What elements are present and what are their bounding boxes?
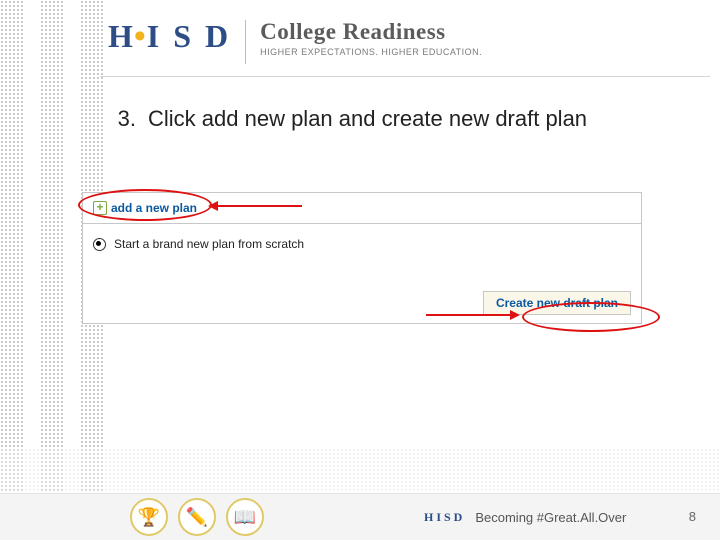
brand-mark: H•I S D — [108, 18, 231, 55]
divider — [83, 223, 641, 224]
footer-brand: HISD — [424, 510, 465, 525]
brand-tagline: HIGHER EXPECTATIONS. HIGHER EDUCATION. — [260, 47, 482, 57]
radio-label: Start a brand new plan from scratch — [114, 237, 304, 251]
footer-motto: Becoming #Great.All.Over — [475, 510, 626, 525]
annotation-arrow — [216, 205, 302, 207]
page-title: College Readiness — [260, 19, 482, 45]
page-number: 8 — [689, 509, 696, 524]
divider — [245, 20, 246, 64]
brand-logo: H•I S D College Readiness HIGHER EXPECTA… — [108, 18, 482, 64]
annotation-oval — [78, 189, 212, 221]
annotation-arrow — [426, 314, 512, 316]
trophy-icon: 🏆 — [130, 498, 168, 536]
step-text: Click add new plan and create new draft … — [148, 104, 587, 134]
badge-row: 🏆 ✏️ 📖 — [130, 498, 264, 536]
slide-footer: 🏆 ✏️ 📖 HISD Becoming #Great.All.Over — [0, 493, 720, 540]
step-number: 3. — [112, 104, 136, 134]
book-icon: 📖 — [226, 498, 264, 536]
divider — [100, 76, 710, 77]
plan-option-radio[interactable]: Start a brand new plan from scratch — [93, 237, 304, 251]
pencil-icon: ✏️ — [178, 498, 216, 536]
instruction-step: 3. Click add new plan and create new dra… — [112, 104, 587, 134]
radio-icon — [93, 238, 106, 251]
annotation-oval — [522, 302, 660, 332]
